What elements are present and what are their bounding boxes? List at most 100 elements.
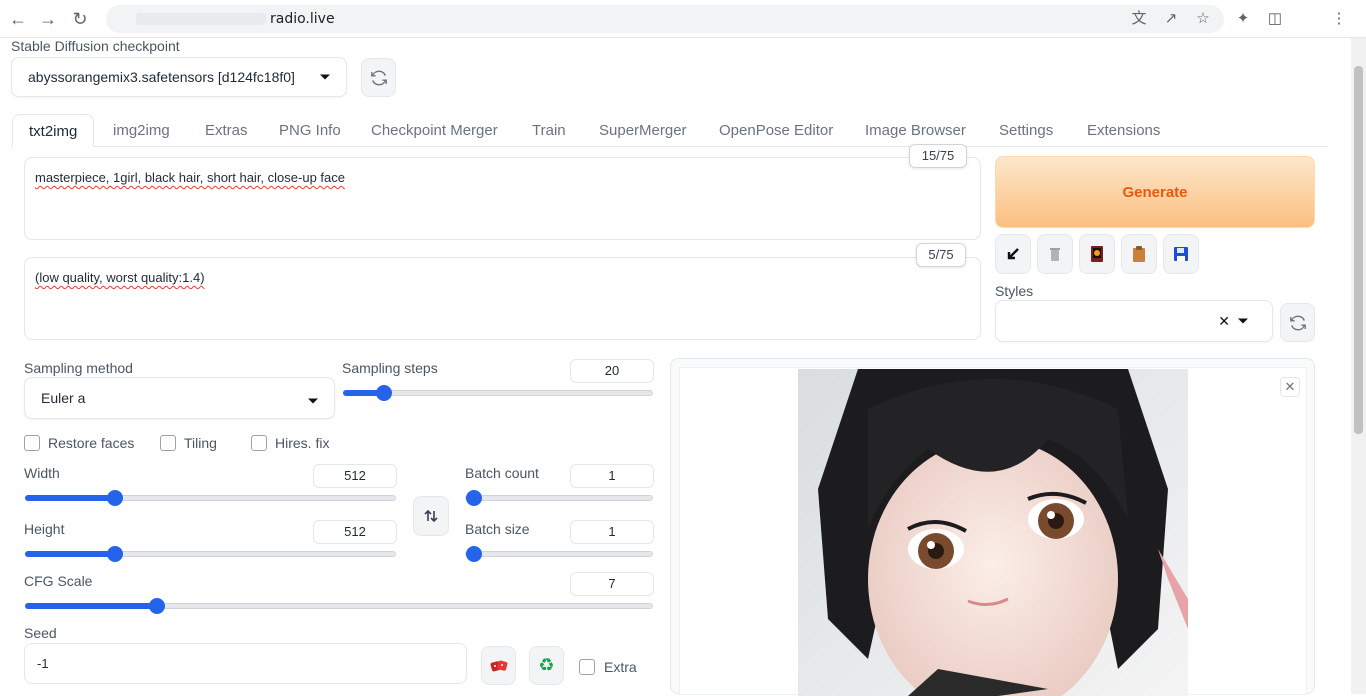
slider-knob[interactable] xyxy=(106,490,123,506)
tab-supermerger[interactable]: SuperMerger xyxy=(583,114,703,147)
cfg-scale-label: CFG Scale xyxy=(24,573,93,589)
dice-icon xyxy=(490,660,507,671)
positive-token-counter: 15/75 xyxy=(909,144,967,168)
clear-icon[interactable]: ✕ xyxy=(1218,313,1230,330)
slider-knob[interactable] xyxy=(376,385,393,401)
back-icon[interactable]: ← xyxy=(8,9,28,29)
height-input[interactable]: 512 xyxy=(313,520,397,544)
refresh-icon xyxy=(1289,315,1306,330)
extra-networks-icon xyxy=(1091,246,1103,262)
slider-fill xyxy=(25,603,157,609)
trash-icon xyxy=(1050,248,1060,261)
extensions-icon[interactable]: ✦ xyxy=(1234,10,1252,28)
reload-icon[interactable]: ↻ xyxy=(70,9,90,29)
sampling-steps-slider[interactable] xyxy=(343,385,653,401)
arrow-down-left-icon xyxy=(1007,248,1019,260)
extra-seed-label: Extra xyxy=(604,659,637,675)
slider-knob[interactable] xyxy=(106,546,123,562)
show-extra-networks-button[interactable] xyxy=(1079,234,1115,274)
seed-value: -1 xyxy=(37,656,49,671)
address-bar[interactable]: radio.live 文 ↗ ☆ xyxy=(106,5,1224,33)
cfg-scale-input[interactable]: 7 xyxy=(570,572,654,596)
batch-count-input[interactable]: 1 xyxy=(570,464,654,488)
slider-fill xyxy=(25,495,114,501)
hires-fix-label: Hires. fix xyxy=(275,435,330,451)
chevron-down-icon xyxy=(308,398,318,404)
random-seed-button[interactable] xyxy=(481,646,516,685)
save-style-button[interactable] xyxy=(1163,234,1199,274)
tab-settings[interactable]: Settings xyxy=(983,114,1069,147)
clear-prompt-button[interactable] xyxy=(1037,234,1073,274)
width-input[interactable]: 512 xyxy=(313,464,397,488)
translate-icon[interactable]: 文 xyxy=(1130,10,1148,28)
extra-seed-checkbox[interactable] xyxy=(579,659,595,675)
bookmark-star-icon[interactable]: ☆ xyxy=(1194,10,1212,28)
swap-dimensions-button[interactable] xyxy=(413,496,449,536)
sidepanel-icon[interactable]: ◫ xyxy=(1266,10,1284,28)
scrollbar-thumb[interactable] xyxy=(1354,66,1363,434)
sampling-method-dropdown[interactable]: Euler a xyxy=(24,377,335,419)
batch-size-input[interactable]: 1 xyxy=(570,520,654,544)
slider-knob[interactable] xyxy=(466,546,482,562)
menu-icon[interactable]: ⋮ xyxy=(1330,10,1348,28)
browser-toolbar: ← → ↻ radio.live 文 ↗ ☆ ✦ ◫ ⋮ xyxy=(0,0,1366,38)
seed-input[interactable]: -1 xyxy=(24,643,467,684)
generate-button[interactable]: Generate xyxy=(995,156,1315,228)
refresh-checkpoint-button[interactable] xyxy=(361,58,396,97)
slider-knob[interactable] xyxy=(149,598,166,614)
tab-png-info[interactable]: PNG Info xyxy=(263,114,357,147)
apply-style-button[interactable] xyxy=(1121,234,1157,274)
cfg-scale-slider[interactable] xyxy=(25,598,653,614)
styles-dropdown[interactable]: ✕ xyxy=(995,300,1273,342)
tab-extensions[interactable]: Extensions xyxy=(1071,114,1176,147)
hires-fix-checkbox[interactable] xyxy=(251,435,267,451)
negative-token-counter: 5/75 xyxy=(916,243,966,267)
width-slider[interactable] xyxy=(25,490,396,506)
positive-prompt-input[interactable]: masterpiece, 1girl, black hair, short ha… xyxy=(24,157,981,240)
output-gallery: ✕ xyxy=(670,358,1315,696)
height-slider[interactable] xyxy=(25,546,396,562)
negative-prompt-input[interactable]: (low quality, worst quality:1.4) xyxy=(24,257,981,340)
tab-image-browser[interactable]: Image Browser xyxy=(849,114,982,147)
refresh-styles-button[interactable] xyxy=(1280,303,1315,342)
tiling-checkbox[interactable] xyxy=(160,435,176,451)
seed-label: Seed xyxy=(24,625,57,641)
tab-checkpoint-merger[interactable]: Checkpoint Merger xyxy=(355,114,514,147)
tab-train[interactable]: Train xyxy=(516,114,582,147)
styles-label: Styles xyxy=(995,283,1034,299)
reuse-seed-button[interactable]: ♻ xyxy=(529,646,564,685)
positive-prompt-text: masterpiece, 1girl, black hair, short ha… xyxy=(35,170,345,185)
chevron-down-icon xyxy=(1238,318,1248,324)
share-icon[interactable]: ↗ xyxy=(1162,10,1180,28)
sampling-method-value: Euler a xyxy=(41,390,86,406)
redacted-url-part xyxy=(136,13,266,25)
tab-extras[interactable]: Extras xyxy=(189,114,264,147)
chevron-down-icon xyxy=(320,74,330,80)
checkpoint-label: Stable Diffusion checkpoint xyxy=(11,38,180,54)
gallery-frame: ✕ xyxy=(679,367,1307,696)
sampling-method-label: Sampling method xyxy=(24,360,133,376)
batch-size-label: Batch size xyxy=(465,521,530,537)
close-image-icon[interactable]: ✕ xyxy=(1280,377,1300,397)
restore-faces-checkbox[interactable] xyxy=(24,435,40,451)
clipboard-icon xyxy=(1133,246,1145,262)
tab-txt2img[interactable]: txt2img xyxy=(12,114,95,147)
batch-count-slider[interactable] xyxy=(465,490,653,506)
refresh-icon xyxy=(370,70,387,85)
forward-icon[interactable]: → xyxy=(38,9,58,29)
negative-prompt-text: (low quality, worst quality:1.4) xyxy=(35,270,205,285)
slider-knob[interactable] xyxy=(466,490,482,506)
generated-image[interactable] xyxy=(798,369,1188,696)
restore-faces-label: Restore faces xyxy=(48,435,135,451)
tab-img2img[interactable]: img2img xyxy=(97,114,186,147)
slider-fill xyxy=(25,551,114,557)
sampling-steps-input[interactable]: 20 xyxy=(570,359,654,383)
checkpoint-dropdown[interactable]: abyssorangemix3.safetensors [d124fc18f0] xyxy=(11,57,347,97)
tiling-label: Tiling xyxy=(184,435,217,451)
floppy-disk-icon xyxy=(1174,247,1188,261)
batch-size-slider[interactable] xyxy=(465,546,653,562)
tab-openpose-editor[interactable]: OpenPose Editor xyxy=(703,114,849,147)
read-params-button[interactable] xyxy=(995,234,1031,274)
checkpoint-value: abyssorangemix3.safetensors [d124fc18f0] xyxy=(28,69,295,85)
height-label: Height xyxy=(24,521,65,537)
